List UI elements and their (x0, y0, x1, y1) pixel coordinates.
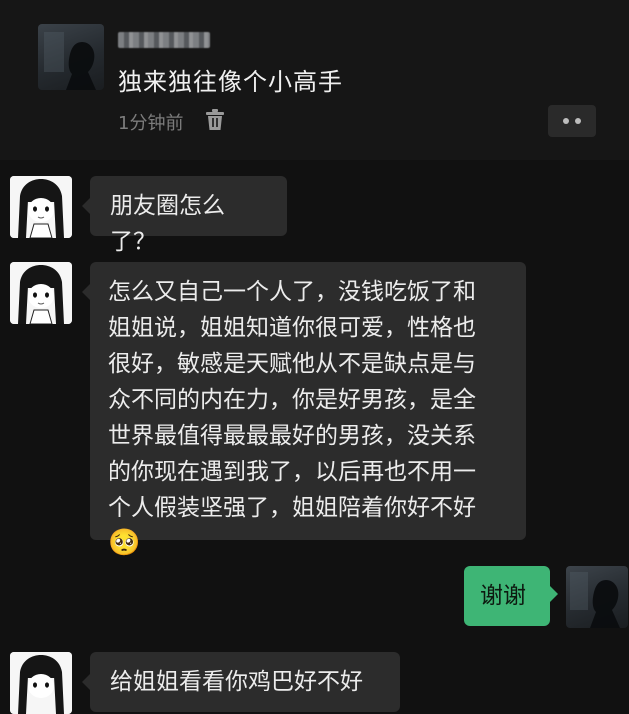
contact-avatar[interactable] (10, 176, 72, 238)
anime-girl-avatar-image (10, 652, 72, 714)
message-text: 怎么又自己一个人了，没钱吃饭了和 姐姐说，姐姐知道你很可爱，性格也 很好，敏感是… (108, 279, 476, 521)
silhouette-avatar-image (44, 32, 96, 90)
anime-girl-avatar-image (10, 176, 72, 238)
chat-area[interactable]: 朋友圈怎么了？ 怎么又自己一个人了，没钱吃饭了和 姐姐说，姐姐知道你很可爱，性格… (0, 160, 629, 714)
more-options-button[interactable] (548, 105, 596, 137)
message-text: 朋友圈怎么了？ (110, 193, 225, 255)
message-bubble[interactable]: 朋友圈怎么了？ (82, 176, 287, 255)
avatar[interactable] (38, 24, 104, 90)
anime-girl-avatar-image (10, 262, 72, 324)
moment-timestamp: 1分钟前 (118, 113, 184, 134)
username-blurred (118, 32, 210, 48)
contact-avatar[interactable] (10, 652, 72, 714)
contact-avatar[interactable] (10, 262, 72, 324)
message-bubble-self[interactable]: 谢谢 (464, 566, 558, 626)
silhouette-avatar-image (570, 572, 620, 628)
moment-caption: 独来独往像个小高手 (118, 68, 343, 96)
pleading-face-emoji-icon: 🥺 (108, 528, 141, 558)
message-text: 谢谢 (480, 583, 526, 609)
trash-icon[interactable] (204, 108, 226, 132)
message-bubble[interactable]: 怎么又自己一个人了，没钱吃饭了和 姐姐说，姐姐知道你很可爱，性格也 很好，敏感是… (82, 262, 526, 558)
more-dots-icon (563, 118, 569, 124)
moment-post: 独来独往像个小高手 1分钟前 (0, 0, 629, 160)
self-avatar[interactable] (566, 566, 628, 628)
more-dots-icon (575, 118, 581, 124)
message-bubble[interactable]: 给姐姐看看你鸡巴好不好 (82, 652, 400, 712)
message-text: 给姐姐看看你鸡巴好不好 (110, 669, 363, 695)
